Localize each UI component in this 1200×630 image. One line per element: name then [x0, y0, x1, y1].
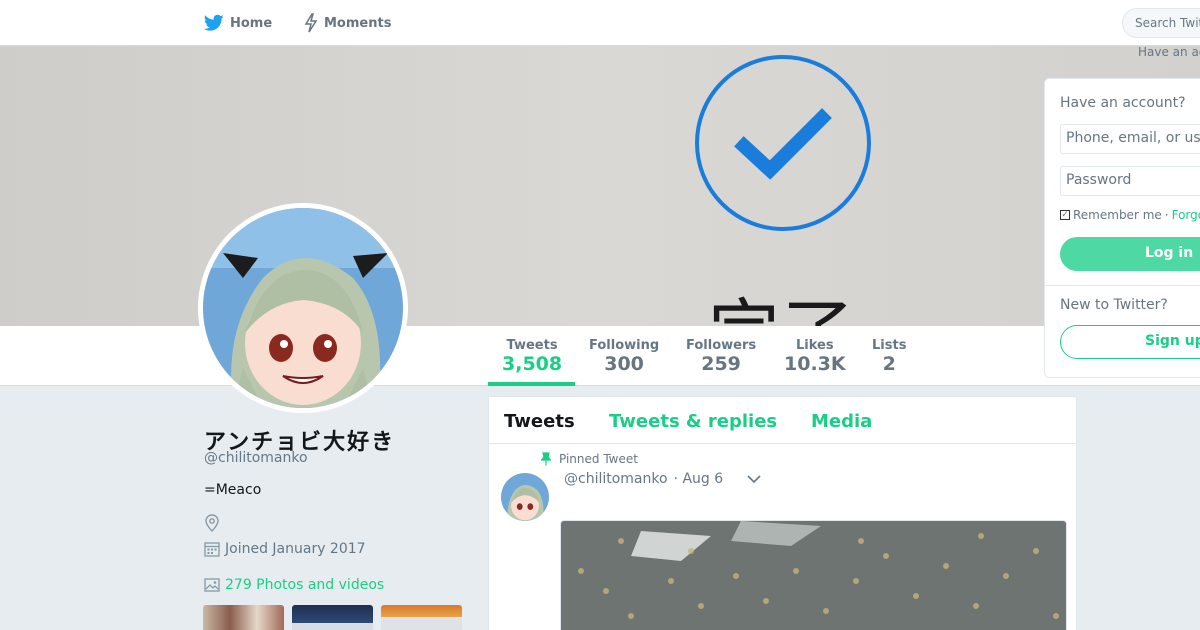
banner-kanji-text: 完了: [708, 274, 856, 326]
stat-value: 2: [882, 353, 896, 375]
media-thumbnail[interactable]: [292, 605, 373, 630]
pin-icon: [541, 452, 551, 466]
tweet-avatar[interactable]: [501, 473, 549, 521]
tweet-avatar-illustration: [501, 473, 549, 521]
profile-banner: 完了: [0, 46, 1200, 326]
tweet-media-image[interactable]: [560, 520, 1067, 630]
stat-likes[interactable]: Likes 10.3K: [784, 338, 846, 375]
tab-tweets-replies[interactable]: Tweets & replies: [609, 411, 777, 432]
profile-joined-row: Joined January 2017: [204, 541, 366, 557]
nav-home-link[interactable]: Home: [204, 12, 272, 34]
new-to-twitter-label: New to Twitter?: [1060, 297, 1168, 313]
nav-home-label: Home: [230, 15, 273, 31]
tweet-date[interactable]: · Aug 6: [674, 471, 724, 487]
password-field[interactable]: Password: [1060, 166, 1200, 196]
separator-dot: ·: [1164, 208, 1169, 222]
stat-label: Lists: [872, 338, 907, 353]
profile-handle[interactable]: @chilitomanko: [204, 450, 308, 466]
verified-check-icon: [695, 55, 871, 231]
profile-avatar[interactable]: [198, 203, 408, 413]
sign-up-button[interactable]: Sign up: [1060, 325, 1200, 359]
joined-date: Joined January 2017: [225, 541, 366, 557]
profile-bio: =Meaco: [204, 482, 262, 498]
twitter-bird-icon: [204, 14, 224, 31]
tweet-header: @chilitomanko · Aug 6: [564, 471, 761, 487]
media-thumbnail[interactable]: [381, 605, 462, 630]
login-title: Have an account?: [1060, 95, 1186, 111]
stat-followers[interactable]: Followers 259: [686, 338, 756, 375]
remember-me-row: ✓ Remember me · Forgot password?: [1060, 208, 1200, 222]
username-field[interactable]: Phone, email, or username: [1060, 124, 1200, 154]
stat-label: Followers: [686, 338, 757, 353]
remember-me-checkbox[interactable]: ✓: [1060, 210, 1070, 220]
stat-label: Following: [589, 338, 660, 353]
stat-tweets[interactable]: Tweets 3,508: [502, 338, 562, 375]
nav-moments-label: Moments: [324, 15, 392, 31]
stat-value: 10.3K: [784, 353, 846, 375]
active-stat-underline: [488, 382, 575, 386]
forgot-password-link[interactable]: Forgot password?: [1172, 208, 1200, 222]
timeline-panel: Tweets Tweets & replies Media Pinned Twe…: [488, 396, 1077, 630]
stat-value: 3,508: [502, 353, 563, 375]
pinned-text: Pinned Tweet: [559, 452, 638, 466]
stat-lists[interactable]: Lists 2: [872, 338, 906, 375]
calendar-icon: [204, 542, 220, 557]
avatar-illustration: [203, 208, 403, 408]
media-thumbnail[interactable]: [203, 605, 284, 630]
have-account-hint: Have an account?: [1138, 45, 1200, 59]
stat-value: 300: [604, 353, 644, 375]
login-divider: [1045, 285, 1200, 286]
tab-tweets[interactable]: Tweets: [504, 411, 575, 432]
timeline-tabs: Tweets Tweets & replies Media: [489, 397, 1076, 444]
tab-media[interactable]: Media: [811, 411, 872, 432]
chevron-down-icon[interactable]: [747, 474, 761, 484]
photos-videos-link[interactable]: 279 Photos and videos: [204, 577, 384, 593]
pinned-tweet-label: Pinned Tweet: [541, 452, 638, 466]
log-in-button[interactable]: Log in: [1060, 237, 1200, 271]
tweet-photo: [561, 521, 1066, 630]
stat-following[interactable]: Following 300: [589, 338, 659, 375]
photo-icon: [204, 578, 220, 592]
search-input[interactable]: Search Twitter: [1122, 8, 1200, 38]
stat-label: Tweets: [506, 338, 558, 353]
stat-label: Likes: [796, 338, 834, 353]
location-pin-icon: [205, 514, 219, 532]
top-navigation-bar: Home Moments Search Twitter: [0, 0, 1200, 46]
nav-moments-link[interactable]: Moments: [304, 12, 391, 34]
tweet-handle[interactable]: @chilitomanko: [564, 471, 668, 487]
profile-stats-bar: Tweets 3,508 Following 300 Followers 259…: [0, 326, 1200, 386]
login-card: Have an account? Phone, email, or userna…: [1044, 78, 1200, 378]
photos-label: 279 Photos and videos: [225, 577, 385, 593]
remember-me-label: Remember me: [1073, 208, 1162, 222]
stat-value: 259: [701, 353, 741, 375]
lightning-bolt-icon: [304, 13, 318, 33]
